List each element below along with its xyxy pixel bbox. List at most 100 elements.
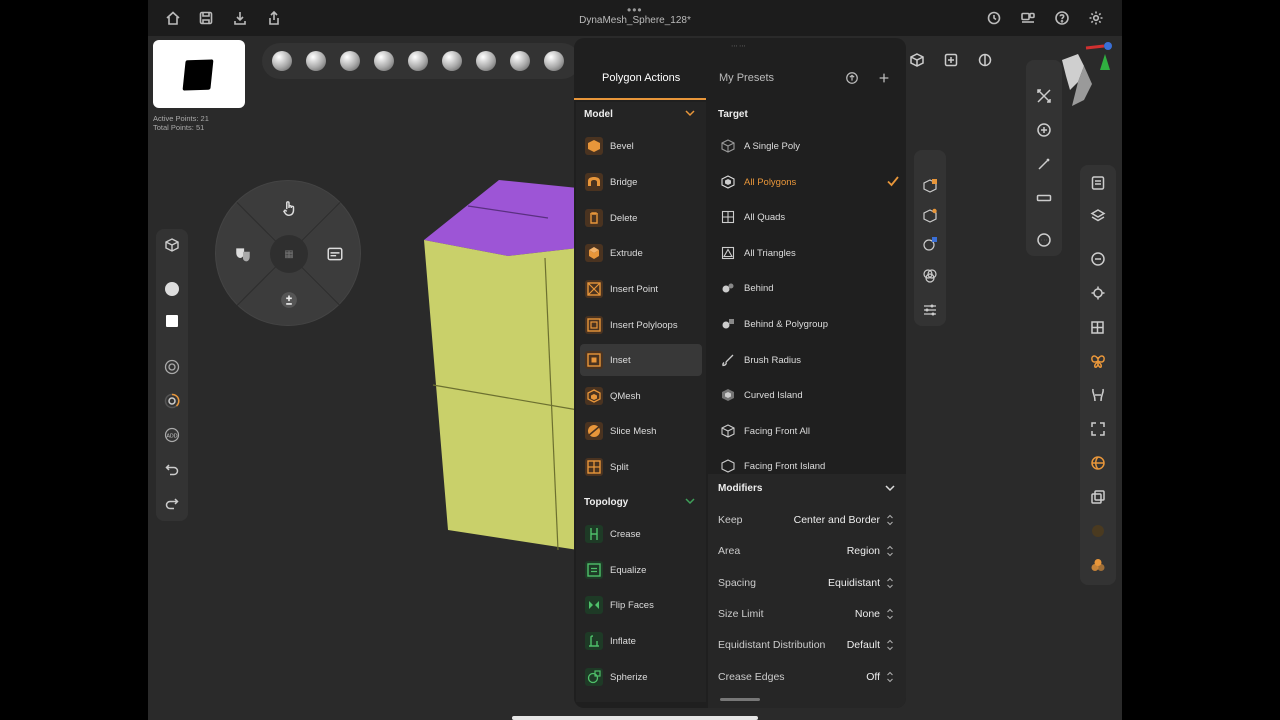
radial-gesture-menu[interactable]: ▦ bbox=[215, 180, 361, 326]
brush-icon[interactable] bbox=[408, 51, 428, 71]
brush-icon[interactable] bbox=[340, 51, 360, 71]
color-swatch-icon[interactable] bbox=[162, 311, 182, 331]
action-spherize[interactable]: Spherize bbox=[580, 661, 702, 693]
tab-my-presets[interactable]: My Presets bbox=[719, 72, 774, 84]
chevron-down-icon bbox=[685, 498, 695, 505]
layers-icon[interactable] bbox=[1090, 208, 1106, 224]
modifier-equidistant-distribution[interactable]: Equidistant Distribution Default bbox=[718, 635, 896, 655]
undo-icon[interactable] bbox=[162, 459, 182, 479]
brush-icon[interactable] bbox=[374, 51, 394, 71]
cube-tool-icon[interactable] bbox=[162, 235, 182, 255]
action-equalize[interactable]: Equalize bbox=[580, 554, 702, 586]
brush-icon[interactable] bbox=[272, 51, 292, 71]
subtool-polygroup-icon[interactable] bbox=[922, 236, 938, 252]
brush-radius-icon bbox=[721, 353, 735, 367]
action-flip-faces[interactable]: Flip Faces bbox=[580, 589, 702, 621]
redo-icon[interactable] bbox=[162, 493, 182, 513]
action-bridge[interactable]: Bridge bbox=[580, 166, 702, 198]
brush-icon[interactable] bbox=[306, 51, 326, 71]
target-behind-polygroup[interactable]: Behind & Polygroup bbox=[716, 308, 900, 340]
home-indicator[interactable] bbox=[512, 716, 758, 720]
svg-text:ADD: ADD bbox=[166, 434, 177, 440]
layout-icon[interactable] bbox=[1018, 8, 1038, 28]
inset-icon bbox=[585, 351, 603, 369]
curved-island-icon bbox=[721, 388, 735, 402]
modifier-crease-edges[interactable]: Crease Edges Off bbox=[718, 667, 896, 687]
subtool-layers-icon[interactable] bbox=[922, 178, 938, 194]
topology-section-header[interactable]: Topology bbox=[576, 490, 706, 516]
boolean-circles-icon[interactable] bbox=[922, 268, 938, 284]
more-options-icon[interactable] bbox=[1036, 232, 1052, 248]
action-inset[interactable]: Inset bbox=[580, 344, 702, 376]
subtool-mask-icon[interactable] bbox=[922, 208, 938, 224]
symmetry-butterfly-icon[interactable] bbox=[1090, 353, 1106, 369]
model-section-header[interactable]: Model bbox=[576, 102, 706, 128]
settings-gear-icon[interactable] bbox=[1086, 8, 1106, 28]
tab-polygon-actions[interactable]: Polygon Actions bbox=[602, 72, 680, 84]
target-all-quads[interactable]: All Quads bbox=[716, 201, 900, 233]
brush-icon[interactable] bbox=[442, 51, 462, 71]
action-insert-point[interactable]: Insert Point bbox=[580, 273, 702, 305]
expand-view-icon[interactable] bbox=[1090, 421, 1106, 437]
topology-tool-icon[interactable] bbox=[1090, 387, 1106, 403]
target-brush-radius[interactable]: Brush Radius bbox=[716, 344, 900, 376]
plus-minus-icon[interactable] bbox=[278, 289, 300, 311]
draw-brush-icon[interactable] bbox=[1036, 156, 1052, 172]
material-preview-icon[interactable] bbox=[1090, 523, 1106, 539]
modifier-area[interactable]: Area Region bbox=[718, 541, 896, 561]
material-sphere-icon[interactable] bbox=[162, 279, 182, 299]
history-icon[interactable] bbox=[984, 8, 1004, 28]
tool-thumbnail[interactable] bbox=[153, 40, 245, 108]
target-curved-island[interactable]: Curved Island bbox=[716, 379, 900, 411]
modifier-spacing[interactable]: Spacing Equidistant bbox=[718, 573, 896, 593]
transform-tools-icon[interactable] bbox=[1036, 88, 1052, 104]
view-options-shelf bbox=[908, 48, 998, 74]
brush-icon[interactable] bbox=[510, 51, 530, 71]
target-behind[interactable]: Behind bbox=[716, 272, 900, 304]
sliders-icon[interactable] bbox=[922, 302, 938, 318]
panel-drag-handle[interactable]: ⋯⋯ bbox=[729, 42, 749, 50]
grid-xyz-icon[interactable] bbox=[1090, 319, 1106, 335]
sync-presets-icon[interactable] bbox=[844, 70, 860, 86]
intensity-dial-icon[interactable] bbox=[162, 391, 182, 411]
add-preset-icon[interactable] bbox=[876, 70, 892, 86]
modifier-size-limit[interactable]: Size Limit None bbox=[718, 604, 896, 624]
add-frame-icon[interactable] bbox=[944, 53, 960, 69]
masks-icon[interactable] bbox=[232, 243, 254, 265]
light-sphere-icon[interactable] bbox=[1090, 455, 1106, 471]
brush-icon[interactable] bbox=[476, 51, 496, 71]
action-delete[interactable]: Delete bbox=[580, 202, 702, 234]
target-a-single-poly[interactable]: A Single Poly bbox=[716, 130, 900, 162]
document-list-icon[interactable] bbox=[1090, 175, 1106, 191]
action-crease[interactable]: Crease bbox=[580, 518, 702, 550]
panel-resize-handle[interactable] bbox=[720, 698, 760, 701]
action-inflate[interactable]: Inflate bbox=[580, 625, 702, 657]
visibility-toggle-icon[interactable] bbox=[978, 53, 994, 69]
action-qmesh[interactable]: QMesh bbox=[580, 380, 702, 412]
brush-icon[interactable] bbox=[544, 51, 564, 71]
target-label: Facing Front All bbox=[744, 426, 810, 437]
draw-size-dial-icon[interactable] bbox=[162, 357, 182, 377]
ruler-icon[interactable] bbox=[1036, 190, 1052, 206]
modifier-keep[interactable]: Keep Center and Border bbox=[718, 510, 896, 530]
action-extrude[interactable]: Extrude bbox=[580, 237, 702, 269]
target-all-triangles[interactable]: All Triangles bbox=[716, 237, 900, 269]
target-facing-front-all[interactable]: Facing Front All bbox=[716, 415, 900, 447]
brush-settings-icon[interactable] bbox=[1090, 251, 1106, 267]
radial-center-grid-icon[interactable]: ▦ bbox=[270, 235, 308, 273]
touch-gesture-icon[interactable] bbox=[278, 197, 300, 219]
help-icon[interactable] bbox=[1052, 8, 1072, 28]
zadd-toggle-icon[interactable]: ADD bbox=[162, 425, 182, 445]
action-split[interactable]: Split bbox=[580, 451, 702, 483]
action-insert-polyloops[interactable]: Insert Polyloops bbox=[580, 309, 702, 341]
action-bevel[interactable]: Bevel bbox=[580, 130, 702, 162]
palette-card-icon[interactable] bbox=[324, 243, 346, 265]
duplicate-view-icon[interactable] bbox=[1090, 489, 1106, 505]
stroke-icon[interactable] bbox=[1090, 285, 1106, 301]
action-slice-mesh[interactable]: Slice Mesh bbox=[580, 415, 702, 447]
color-channels-icon[interactable] bbox=[1090, 557, 1106, 573]
move-gizmo-icon[interactable] bbox=[1036, 122, 1052, 138]
chevron-down-icon[interactable] bbox=[884, 482, 896, 494]
target-all-polygons[interactable]: All Polygons bbox=[716, 166, 900, 198]
cube-view-icon[interactable] bbox=[910, 53, 926, 69]
